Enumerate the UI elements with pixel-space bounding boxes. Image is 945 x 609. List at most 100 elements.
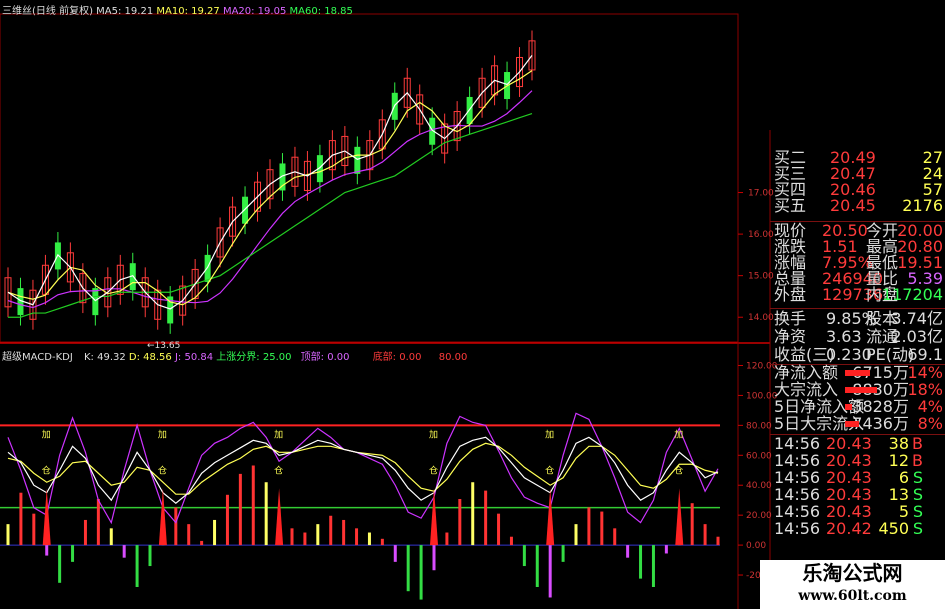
bid-volume: 24 [922, 164, 943, 183]
indicator-tick-label: 60.00 [746, 451, 772, 461]
bid-level-label: 买四 [774, 180, 807, 199]
ma5-label: MA5: 19.21 [96, 6, 154, 17]
quote-label: 涨幅 [774, 253, 807, 272]
tick-volume: 38 [888, 434, 909, 453]
stock-name: 三维丝(日线 前复权) [2, 6, 93, 17]
watermark-cn: 乐淘公式网 [760, 560, 945, 586]
add-position-label: 加 [158, 429, 167, 440]
j-line [7, 412, 719, 525]
tick-row: 14:56 20.42 450 S [770, 519, 945, 538]
k-label: K: 49.32 [83, 352, 126, 363]
tick-side: S [912, 502, 923, 521]
buy-signal-marker [42, 488, 51, 546]
quote-label-2: 今开 [866, 221, 899, 240]
bid-volume: 27 [922, 148, 943, 167]
candle-body [92, 288, 99, 316]
tick-row: 14:56 20.43 6 S [770, 468, 945, 487]
flow-label: 净流入额 [774, 363, 839, 382]
candle-body [466, 96, 473, 124]
tick-volume: 5 [898, 502, 909, 521]
hold-label: 仓 [42, 464, 51, 476]
bid-level-label: 买五 [774, 196, 807, 215]
flow-pct: 18% [907, 380, 943, 399]
flow-bar [845, 387, 877, 393]
tick-price: 20.43 [826, 451, 872, 470]
fund-row: 换手 9.85% 股本 3.74亿 [770, 309, 945, 328]
quote-row: 总量 246940 量比 5.39 [770, 269, 945, 288]
buy-signal-marker [430, 488, 438, 546]
ma20-label: MA20: 19.05 [222, 6, 287, 17]
d-label: D: 48.56 [128, 352, 172, 363]
ma10-label: MA10: 19.27 [156, 6, 220, 17]
tick-price: 20.43 [826, 485, 872, 504]
tick-time: 14:56 [774, 519, 821, 538]
tick-price: 20.43 [826, 434, 872, 453]
ma60-label: MA60: 18.85 [289, 6, 353, 17]
tick-row: 14:56 20.43 12 B [770, 451, 945, 470]
hold-label: 仓 [545, 464, 554, 476]
peak-label: 顶部: 0.00 [300, 352, 350, 363]
quote-label: 外盘 [774, 285, 807, 304]
bid-volume: 57 [922, 180, 943, 199]
add-position-label: 加 [545, 429, 554, 440]
bid-price: 20.45 [830, 196, 876, 215]
hold-label: 仓 [674, 464, 683, 476]
tick-side: S [912, 468, 923, 487]
ma60-line [8, 113, 533, 318]
fund-label: 净资 [774, 327, 807, 346]
tick-row: 14:56 20.43 5 S [770, 502, 945, 521]
buy-signal-marker [675, 488, 684, 546]
hold-label: 仓 [429, 464, 438, 476]
tick-time: 14:56 [774, 502, 821, 521]
quote-value-2: 5.39 [907, 269, 943, 288]
tick-volume: 6 [898, 468, 909, 487]
quote-row: 涨幅 7.95% 最低 19.51 [770, 253, 945, 272]
quote-row: 外盘 129736 内盘 117204 [770, 285, 945, 304]
fund-row: 收益(三) 0.230 PE(动) 69.1 [770, 345, 945, 364]
tick-time: 14:56 [774, 468, 821, 487]
tick-side: S [912, 485, 923, 504]
tick-volume: 450 [878, 519, 909, 538]
quote-label: 总量 [774, 269, 807, 288]
quote-value: 1.51 [822, 237, 858, 256]
fund-value: 3.63 [826, 327, 862, 346]
add-position-label: 加 [429, 429, 438, 440]
quote-label: 涨跌 [774, 237, 807, 256]
quote-row: 涨跌 1.51 最高 20.80 [770, 237, 945, 256]
tick-volume: 13 [888, 485, 909, 504]
indicator-legend: 超级MACD-KDJ K: 49.32 D: 48.56 J: 50.84 上涨… [2, 348, 467, 363]
quote-value: 20.50 [822, 221, 868, 240]
quote-label-2: 量比 [866, 269, 899, 288]
tick-side: S [912, 519, 923, 538]
bid-row: 买三 20.47 24 [770, 164, 945, 183]
quote-row: 现价 20.50 今开 20.00 [770, 221, 945, 240]
flow-value: 3828万 [852, 397, 909, 416]
candle-body [242, 196, 249, 224]
flow-pct: 4% [917, 397, 943, 416]
quote-value-2: 117204 [881, 285, 943, 304]
fund-value: 0.230 [826, 345, 872, 364]
tick-side: B [912, 451, 923, 470]
fund-value-2: 69.1 [907, 345, 943, 364]
candle-body [204, 254, 211, 282]
quote-label-2: 最低 [866, 253, 899, 272]
flow-pct: 8% [917, 414, 943, 433]
flow-label: 大宗流入 [774, 380, 839, 399]
buy-signal-marker [275, 488, 284, 546]
candle-body [354, 146, 361, 174]
tick-row: 14:56 20.43 13 S [770, 485, 945, 504]
watermark-url: www.60lt.com [760, 586, 945, 609]
indicator-name: 超级MACD-KDJ [2, 352, 73, 363]
hold-label: 仓 [274, 464, 283, 476]
add-position-label: 加 [274, 429, 283, 440]
quote-label-2: 最高 [866, 237, 899, 256]
flow-row: 5日净流入额 3828万 4% [770, 397, 945, 416]
quote-value-2: 20.00 [897, 221, 943, 240]
flow-bar [845, 404, 852, 410]
bid-row: 买五 20.45 2176 [770, 196, 945, 215]
add-position-label: 加 [42, 429, 51, 440]
hold-label: 仓 [158, 464, 167, 476]
buy-signal-marker [158, 488, 167, 546]
tick-row: 14:56 20.43 38 B [770, 434, 945, 453]
fund-value-2: 3.74亿 [891, 309, 943, 328]
